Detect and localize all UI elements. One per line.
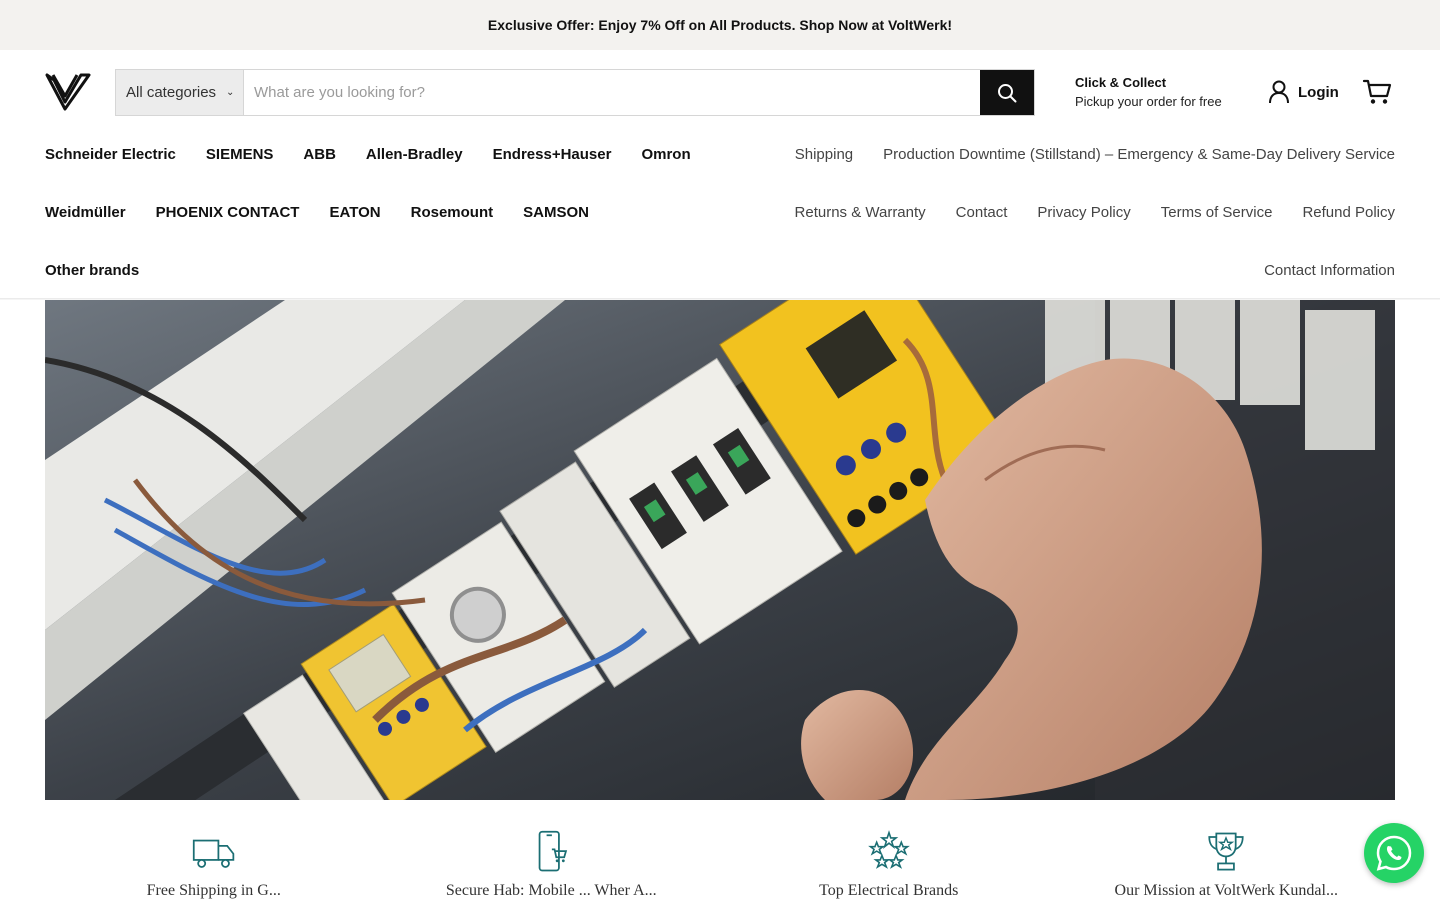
nav-brand-omron[interactable]: Omron: [641, 146, 690, 163]
login-label: Login: [1298, 83, 1339, 101]
whatsapp-chat-button[interactable]: [1364, 823, 1424, 883]
nav-link-contact-information[interactable]: Contact Information: [1264, 262, 1395, 279]
nav-link-refund-policy[interactable]: Refund Policy: [1302, 204, 1395, 221]
feature-strip: Free Shipping in G... Secure Hab: Mobile…: [45, 830, 1395, 900]
nav-brand-rosemount[interactable]: Rosemount: [411, 204, 494, 221]
login-link[interactable]: Login: [1268, 80, 1339, 104]
cart-icon[interactable]: [1362, 78, 1392, 106]
feature-brands: Top Electrical Brands: [720, 830, 1058, 900]
nav-brand-endress-hauser[interactable]: Endress+Hauser: [493, 146, 612, 163]
search-input[interactable]: [244, 70, 980, 115]
nav-brand-siemens[interactable]: SIEMENS: [206, 146, 274, 163]
nav-link-returns-warranty[interactable]: Returns & Warranty: [795, 204, 926, 221]
delivery-truck-icon: [192, 839, 234, 868]
star-rating-icon: [867, 830, 910, 869]
voltwerk-logo[interactable]: [45, 72, 91, 112]
hero-image[interactable]: [45, 300, 1395, 800]
nav-row-3: Other brands Contact Information: [45, 258, 1395, 282]
nav-row-2: Weidmüller PHOENIX CONTACT EATON Rosemou…: [45, 200, 1395, 224]
feature-label: Secure Hab: Mobile ... Wher A...: [445, 882, 657, 899]
nav-link-contact[interactable]: Contact: [956, 204, 1008, 221]
feature-label: Top Electrical Brands: [819, 882, 959, 899]
user-icon: [1269, 80, 1289, 104]
nav-link-production-downtime[interactable]: Production Downtime (Stillstand) – Emerg…: [883, 146, 1395, 163]
nav-brand-samson[interactable]: SAMSON: [523, 204, 589, 221]
nav-brand-allen-bradley[interactable]: Allen-Bradley: [366, 146, 463, 163]
nav-brand-weidmuller[interactable]: Weidmüller: [45, 204, 126, 221]
chevron-down-icon: ⌄: [226, 87, 235, 98]
click-collect-title: Click & Collect: [1075, 75, 1167, 90]
click-collect-subtitle: Pickup your order for free: [1075, 94, 1222, 109]
announcement-text: Exclusive Offer: Enjoy 7% Off on All Pro…: [487, 17, 953, 33]
mobile-cart-icon: [538, 830, 568, 872]
feature-label: Free Shipping in G...: [146, 882, 281, 899]
nav-brand-eaton[interactable]: EATON: [329, 204, 380, 221]
nav-brand-schneider[interactable]: Schneider Electric: [45, 146, 176, 163]
click-collect-info[interactable]: Click & Collect Pickup your order for fr…: [1075, 73, 1222, 111]
nav-brand-abb[interactable]: ABB: [303, 146, 336, 163]
feature-label: Our Mission at VoltWerk Kundal...: [1114, 882, 1338, 899]
trophy-icon: [1208, 832, 1244, 871]
feature-free-shipping: Free Shipping in G...: [45, 830, 383, 900]
nav-link-privacy-policy[interactable]: Privacy Policy: [1037, 204, 1130, 221]
search-button[interactable]: [980, 70, 1034, 115]
category-select[interactable]: All categories ⌄: [116, 70, 244, 115]
search-icon: [998, 83, 1017, 102]
nav-link-shipping[interactable]: Shipping: [795, 146, 853, 163]
whatsapp-icon: [1376, 835, 1412, 871]
feature-mission: Our Mission at VoltWerk Kundal...: [1058, 830, 1396, 900]
hero-electrical-panel-illustration: [45, 300, 1395, 800]
nav-row-1: Schneider Electric SIEMENS ABB Allen-Bra…: [45, 142, 1395, 166]
nav-link-terms-of-service[interactable]: Terms of Service: [1161, 204, 1273, 221]
feature-mobile: Secure Hab: Mobile ... Wher A...: [383, 830, 721, 900]
nav-brand-phoenix-contact[interactable]: PHOENIX CONTACT: [156, 204, 300, 221]
search-bar: All categories ⌄: [115, 69, 1035, 116]
nav-brand-other[interactable]: Other brands: [45, 262, 139, 279]
announcement-bar: Exclusive Offer: Enjoy 7% Off on All Pro…: [0, 0, 1440, 50]
category-select-label: All categories: [126, 84, 217, 101]
